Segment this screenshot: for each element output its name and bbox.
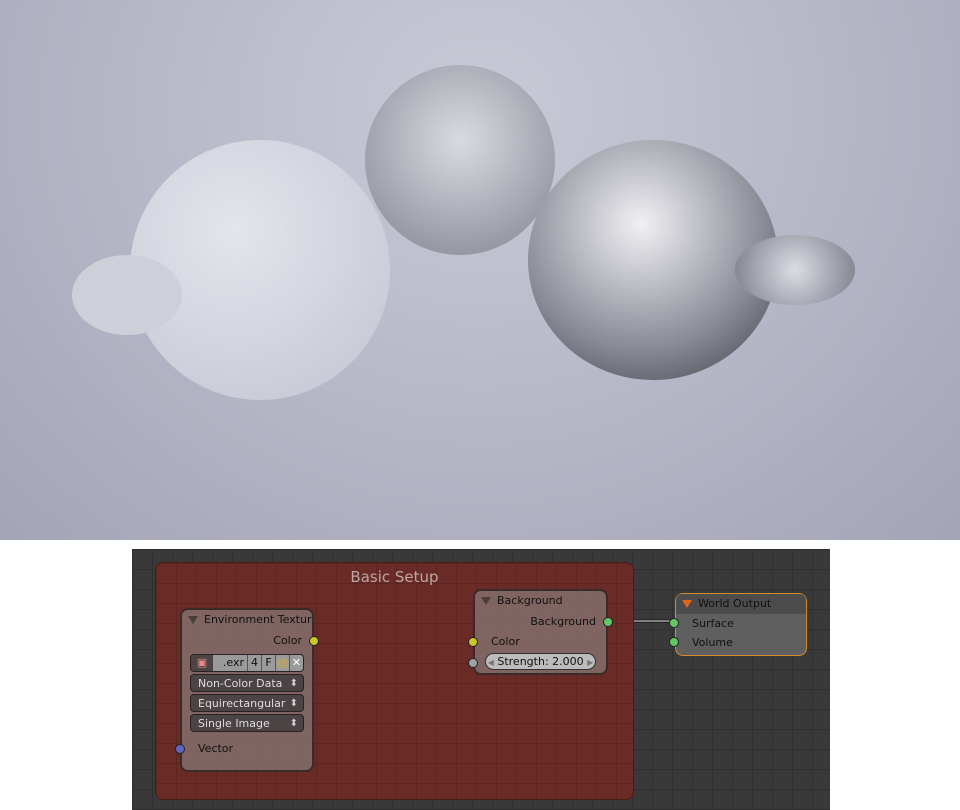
node-header[interactable]: World Output bbox=[676, 594, 806, 614]
monkey-ear bbox=[72, 255, 182, 335]
node-world-output[interactable]: World Output Surface Volume bbox=[669, 593, 807, 656]
output-background-label: Background bbox=[530, 615, 596, 628]
input-surface-label: Surface bbox=[692, 617, 734, 630]
strength-value: Strength: 2.000 bbox=[497, 655, 584, 668]
node-editor[interactable]: Basic Setup Environment Textur Color ▣ .… bbox=[132, 549, 830, 810]
socket-strength-input[interactable] bbox=[468, 658, 478, 668]
color-space-dropdown[interactable]: Non-Color Data bbox=[190, 674, 304, 693]
node-header[interactable]: Environment Textur bbox=[182, 610, 312, 630]
socket-vector-input[interactable] bbox=[175, 744, 185, 754]
input-volume-label: Volume bbox=[692, 636, 733, 649]
strength-field[interactable]: ◀ Strength: 2.000 ▶ bbox=[485, 653, 596, 670]
socket-background-output[interactable] bbox=[603, 617, 613, 627]
output-color-label: Color bbox=[273, 634, 302, 647]
image-users[interactable]: 4 bbox=[247, 655, 261, 671]
monkey-ear bbox=[735, 235, 855, 305]
image-icon[interactable]: ▣ bbox=[191, 655, 213, 671]
frame-basic-setup[interactable]: Basic Setup Environment Textur Color ▣ .… bbox=[155, 562, 634, 800]
fake-user-button[interactable]: F bbox=[261, 655, 275, 671]
folder-icon[interactable]: ▤ bbox=[275, 655, 289, 671]
socket-color-output[interactable] bbox=[309, 636, 319, 646]
node-header[interactable]: Background bbox=[475, 591, 606, 611]
render-preview bbox=[0, 0, 960, 540]
node-background[interactable]: Background Background Color ◀ Strength: … bbox=[468, 589, 613, 675]
input-color-label: Color bbox=[491, 635, 520, 648]
image-selector[interactable]: ▣ .exr 4 F ▤ ✕ bbox=[190, 654, 304, 672]
node-environment-texture[interactable]: Environment Textur Color ▣ .exr 4 F ▤ ✕ … bbox=[175, 608, 319, 772]
projection-dropdown[interactable]: Equirectangular bbox=[190, 694, 304, 713]
socket-surface-input[interactable] bbox=[669, 618, 679, 628]
image-name[interactable]: .exr bbox=[213, 655, 247, 671]
input-vector-label: Vector bbox=[198, 742, 234, 755]
source-dropdown[interactable]: Single Image bbox=[190, 714, 304, 733]
socket-volume-input[interactable] bbox=[669, 637, 679, 647]
close-icon[interactable]: ✕ bbox=[289, 655, 303, 671]
socket-color-input[interactable] bbox=[468, 637, 478, 647]
monkey-glass bbox=[365, 65, 555, 255]
frame-title: Basic Setup bbox=[350, 568, 439, 586]
